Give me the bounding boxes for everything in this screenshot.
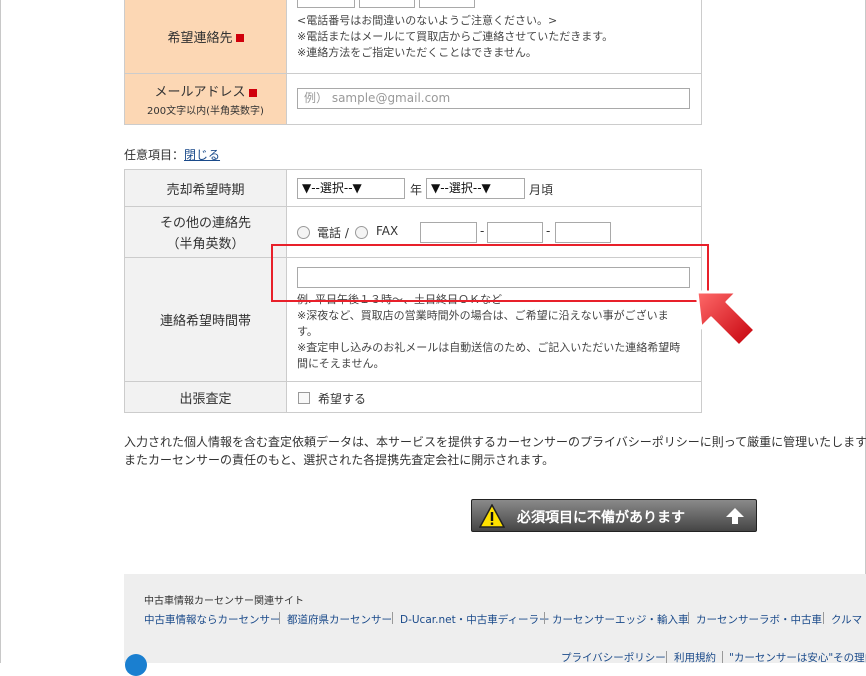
- contact-time-label: 連絡希望時間帯: [159, 314, 251, 329]
- arrow-up-icon: [726, 508, 744, 524]
- footer-link-kuruma[interactable]: クルマ: [831, 612, 862, 627]
- year-unit: 年: [410, 183, 423, 197]
- other-contact-part-3-input[interactable]: [555, 222, 611, 243]
- onsite-label: 出張査定: [179, 391, 232, 407]
- footer-separator: [722, 651, 723, 663]
- submit-warning-button[interactable]: 必須項目に不備があります: [471, 499, 757, 532]
- email-label: メールアドレス: [154, 85, 246, 100]
- other-contact-label: その他の連絡先: [159, 216, 251, 231]
- phone-part-1-input[interactable]: [297, 0, 355, 8]
- pointer-arrow-icon: [695, 290, 757, 348]
- footer-separator: [688, 612, 689, 624]
- optional-header: 任意項目：閉じる: [124, 146, 220, 163]
- phone-part-2-input[interactable]: [359, 0, 415, 8]
- sell-time-cell: ▼--選択--▼ 年 ▼--選択--▼ 月頃: [286, 169, 702, 207]
- contact-time-note-2a: ※査定申し込みのお礼メールは自動送信のため、ご記入いただいた連絡希望時: [297, 341, 681, 354]
- footer-separator: [392, 612, 393, 624]
- email-sublabel: 200文字以内(半角英数字): [147, 106, 264, 117]
- phone-part-3-input[interactable]: [419, 0, 475, 8]
- warning-icon: [479, 504, 505, 528]
- onsite-checkbox[interactable]: [298, 392, 310, 404]
- contact-time-note-1b: す。: [297, 325, 318, 338]
- email-input[interactable]: 例） sample@gmail.com: [297, 88, 690, 109]
- submit-warning-label: 必須項目に不備があります: [517, 510, 685, 526]
- other-contact-label-cell: その他の連絡先 （半角英数）: [124, 206, 287, 258]
- footer-separator: [823, 612, 824, 624]
- privacy-line-2: またカーセンサーの責任のもと、選択された各提携先査定会社に開示されます。: [124, 453, 555, 467]
- required-mark-icon: [235, 34, 244, 42]
- close-optional-link[interactable]: 閉じる: [184, 148, 220, 162]
- month-unit: 月頃: [529, 183, 554, 197]
- onsite-checkbox-label: 希望する: [318, 392, 367, 406]
- required-mark-icon: [248, 88, 257, 97]
- fax-radio[interactable]: [355, 226, 368, 239]
- dash-1: -: [480, 224, 485, 238]
- email-label-cell: メールアドレス 200文字以内(半角英数字): [124, 73, 287, 125]
- optional-label: 任意項目：: [124, 148, 185, 162]
- other-contact-part-1-input[interactable]: [420, 222, 477, 243]
- sell-time-label: 売却希望時期: [166, 182, 245, 198]
- dash-2: -: [546, 224, 551, 238]
- phone-contact-cell: <電話番号はお間違いのないようご注意ください。> ※電話またはメールにて買取店か…: [286, 0, 702, 74]
- phone-note-1: <電話番号はお間違いのないようご注意ください。>: [297, 14, 558, 27]
- sell-year-select[interactable]: ▼--選択--▼: [297, 178, 405, 199]
- phone-notes: <電話番号はお間違いのないようご注意ください。> ※電話またはメールにて買取店か…: [297, 13, 613, 61]
- required-form-table: 希望連絡先 <電話番号はお間違いのないようご注意ください。> ※電話またはメール…: [124, 0, 702, 125]
- privacy-line-1: 入力された個人情報を含む査定依頼データは、本サービスを提供するカーセンサーのプラ…: [124, 435, 866, 449]
- footer-separator: [666, 651, 667, 663]
- footer-link-lab[interactable]: カーセンサーラボ・中古車: [696, 612, 822, 627]
- contact-time-notes: 例. 平日午後１３時〜、土日終日ＯＫなど ※深夜など、買取店の営業時間外の場合は…: [297, 292, 680, 372]
- contact-time-note-1a: ※深夜など、買取店の営業時間外の場合は、ご希望に沿えない事がございま: [297, 309, 669, 322]
- onsite-label-cell: 出張査定: [124, 381, 287, 413]
- phone-note-3: ※連絡方法をご指定いただくことはできません。: [297, 46, 537, 59]
- other-contact-sublabel: （半角英数）: [166, 237, 245, 252]
- phone-note-2: ※電話またはメールにて買取店からご連絡させていただきます。: [297, 30, 614, 43]
- phone-contact-label-cell: 希望連絡先: [124, 0, 287, 74]
- footer-link-ducar[interactable]: D-Ucar.net・中古車ディーラー: [400, 612, 549, 627]
- privacy-text: 入力された個人情報を含む査定依頼データは、本サービスを提供するカーセンサーのプラ…: [124, 433, 866, 469]
- contact-time-label-cell: 連絡希望時間帯: [124, 257, 287, 382]
- other-contact-part-2-input[interactable]: [487, 222, 543, 243]
- highlight-box: [271, 244, 709, 302]
- footer-link-prefecture[interactable]: 都道府県カーセンサー: [287, 612, 392, 627]
- email-cell: 例） sample@gmail.com: [286, 73, 702, 125]
- phone-radio[interactable]: [297, 226, 310, 239]
- footer-link-carsensor[interactable]: 中古車情報ならカーセンサー: [144, 612, 281, 627]
- footer-heading: 中古車情報カーセンサー関連サイト: [144, 596, 304, 607]
- sell-month-select[interactable]: ▼--選択--▼: [426, 178, 525, 199]
- fax-option-label: FAX: [376, 224, 399, 238]
- sell-time-label-cell: 売却希望時期: [124, 169, 287, 207]
- phone-contact-label: 希望連絡先: [167, 30, 233, 46]
- page-top-icon[interactable]: [125, 654, 147, 676]
- footer-separator: [544, 612, 545, 624]
- phone-option-label: 電話 /: [317, 226, 349, 240]
- footer-link-edge[interactable]: カーセンサーエッジ・輸入車: [552, 612, 689, 627]
- footer-separator: [279, 612, 280, 624]
- contact-time-note-2b: 間にそえません。: [297, 357, 385, 370]
- onsite-cell: 希望する: [286, 381, 702, 413]
